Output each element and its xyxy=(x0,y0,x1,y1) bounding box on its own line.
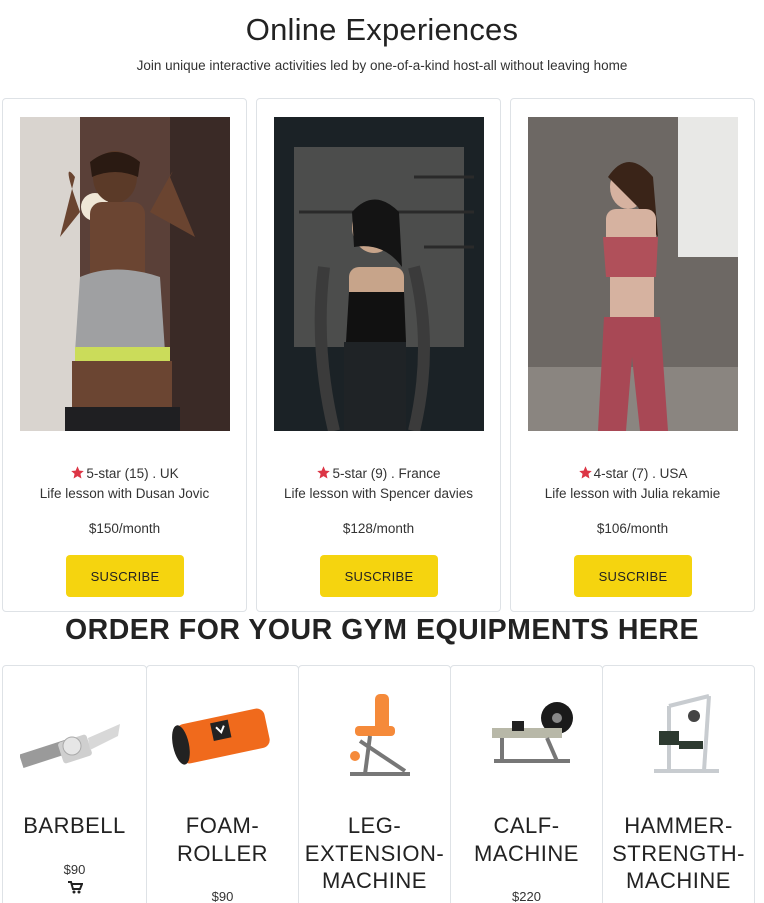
star-icon xyxy=(71,466,85,479)
equipment-card: FOAM- ROLLER $90 xyxy=(146,665,299,903)
subscribe-button[interactable]: SUSCRIBE xyxy=(320,555,438,597)
lesson-title: Life lesson with Julia rekamie xyxy=(544,486,721,501)
cart-icon[interactable] xyxy=(3,880,146,899)
experience-card: 4-star (7) . USA Life lesson with Julia … xyxy=(510,98,755,612)
host-photo xyxy=(528,117,738,431)
equipment-card: LEG- EXTENSION- MACHINE xyxy=(298,665,451,903)
equipment-card: CALF- MACHINE $220 xyxy=(450,665,603,903)
subscribe-button[interactable]: SUSCRIBE xyxy=(66,555,184,597)
experience-card: 5-star (9) . France Life lesson with Spe… xyxy=(256,98,501,612)
equipment-price: $90 xyxy=(211,889,234,903)
equipment-name: CALF- MACHINE xyxy=(474,813,579,866)
page-subtitle: Join unique interactive activities led b… xyxy=(136,58,628,73)
equipment-price: $220 xyxy=(512,889,541,903)
star-icon xyxy=(578,466,592,479)
equipment-price: $90 xyxy=(63,862,86,877)
price-text: $150/month xyxy=(88,521,161,536)
equipment-section-title: ORDER FOR YOUR GYM EQUIPMENTS HERE xyxy=(64,614,700,646)
rating-text: 5-star (9) . France xyxy=(332,466,441,481)
foam-roller-image xyxy=(168,686,278,786)
experience-card: 5-star (15) . UK Life lesson with Dusan … xyxy=(2,98,247,612)
calf-machine-image xyxy=(472,686,582,786)
rating-line: 5-star (15) . UK xyxy=(3,465,246,481)
equipment-card: BARBELL $90 xyxy=(2,665,147,903)
equipment-name: LEG- EXTENSION- MACHINE xyxy=(304,813,445,893)
leg-extension-image xyxy=(320,686,430,786)
star-icon xyxy=(317,466,331,479)
price-text: $128/month xyxy=(342,521,415,536)
lesson-title: Life lesson with Spencer davies xyxy=(283,486,474,501)
host-photo xyxy=(274,117,484,431)
equipment-name: BARBELL xyxy=(23,813,126,838)
lesson-title: Life lesson with Dusan Jovic xyxy=(39,486,210,501)
equipment-name: HAMMER- STRENGTH- MACHINE xyxy=(612,813,745,893)
equipment-name: FOAM- ROLLER xyxy=(176,813,269,866)
subscribe-button[interactable]: SUSCRIBE xyxy=(574,555,692,597)
equipment-card: HAMMER- STRENGTH- MACHINE xyxy=(602,665,755,903)
price-text: $106/month xyxy=(596,521,669,536)
page-title: Online Experiences xyxy=(245,12,519,47)
hammer-strength-image xyxy=(624,686,734,786)
host-photo xyxy=(20,117,230,431)
rating-line: 4-star (7) . USA xyxy=(511,465,754,481)
barbell-image xyxy=(18,686,130,786)
rating-line: 5-star (9) . France xyxy=(257,465,500,481)
rating-text: 4-star (7) . USA xyxy=(593,466,688,481)
rating-text: 5-star (15) . UK xyxy=(86,466,179,481)
